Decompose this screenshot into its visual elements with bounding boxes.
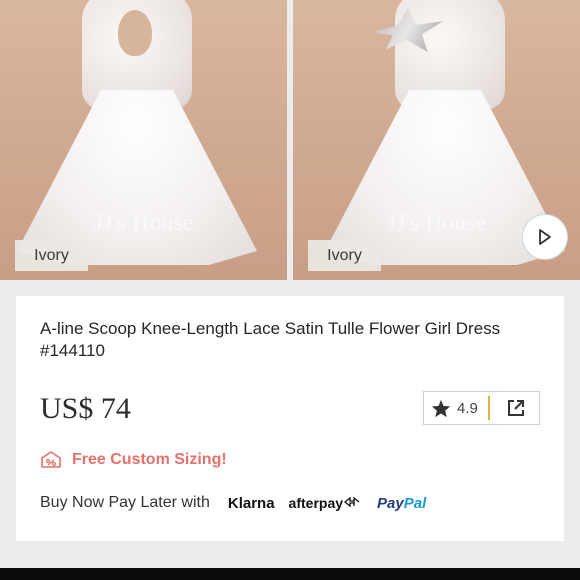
bottom-bar <box>0 568 580 580</box>
afterpay-logo: afterpay <box>289 495 361 511</box>
rating-divider <box>487 396 490 420</box>
keyhole-back-detail <box>118 10 152 56</box>
paypal-logo: PayPal <box>377 495 426 512</box>
paypal-pal-text: Pal <box>403 494 427 512</box>
product-title: A-line Scoop Knee-Length Lace Satin Tull… <box>40 319 501 360</box>
pay-later-row[interactable]: Buy Now Pay Later with Klarna afterpay P… <box>40 494 426 512</box>
share-button[interactable] <box>506 398 526 418</box>
ruler-tag-icon <box>41 451 61 468</box>
custom-sizing-text: Free Custom Sizing! <box>72 451 227 468</box>
color-label-chip: Ivory <box>15 240 88 271</box>
star-icon <box>431 399 451 417</box>
product-gallery[interactable]: JJ's House Ivory JJ's House Ivory <box>0 0 580 280</box>
klarna-logo: Klarna <box>227 494 275 512</box>
rating-share-box: 4.9 <box>423 391 540 425</box>
rating-button[interactable]: 4.9 <box>424 392 478 424</box>
product-photo-side[interactable]: JJ's House Ivory <box>293 0 580 280</box>
afterpay-arrows-icon <box>343 496 360 508</box>
rating-value: 4.9 <box>457 399 478 417</box>
product-info-card: A-line Scoop Knee-Length Lace Satin Tull… <box>16 296 564 541</box>
product-photo-back[interactable]: JJ's House Ivory <box>0 0 287 280</box>
pay-later-text: Buy Now Pay Later with <box>40 494 210 511</box>
play-icon <box>539 229 551 245</box>
play-video-button[interactable] <box>522 214 568 260</box>
dress-skirt <box>17 90 257 265</box>
watermark: JJ's House <box>93 210 194 236</box>
color-label-chip: Ivory <box>308 240 381 271</box>
paypal-pay-text: Pay <box>377 494 404 512</box>
afterpay-text: afterpay <box>288 495 344 511</box>
custom-sizing-row[interactable]: Free Custom Sizing! <box>40 451 227 469</box>
share-icon <box>507 400 524 416</box>
product-price: US$ 74 <box>40 392 131 425</box>
